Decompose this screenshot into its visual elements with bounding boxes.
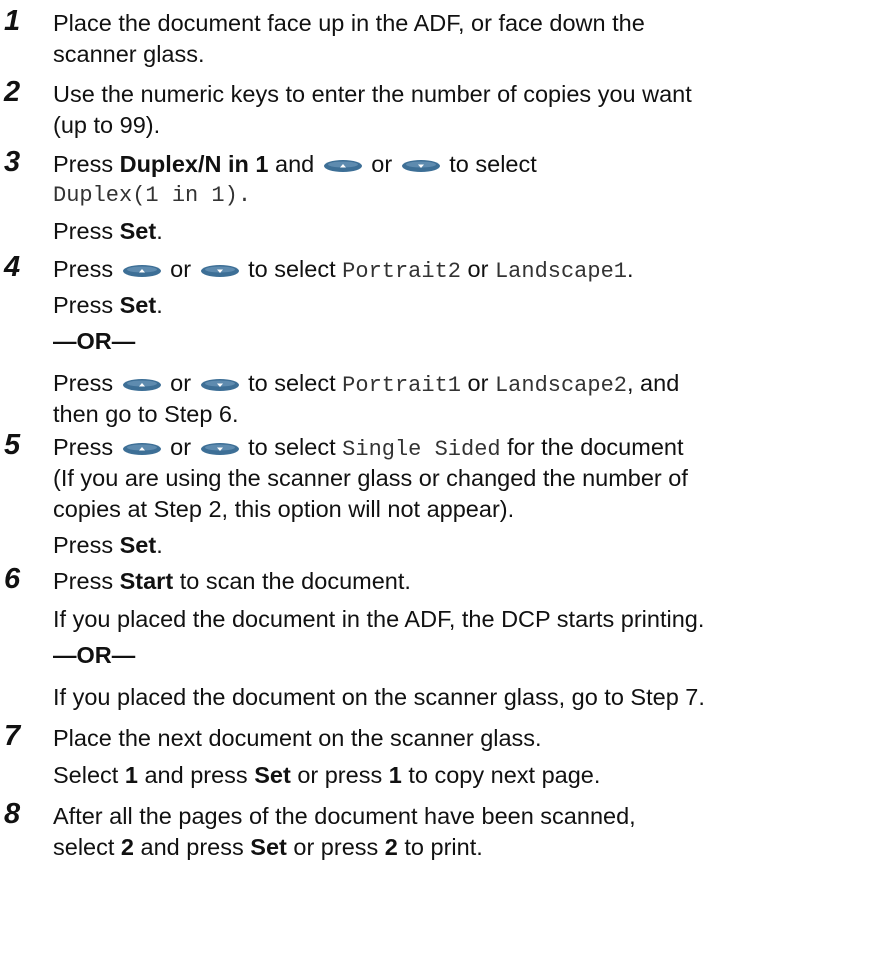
step-text: Use the numeric keys to enter the number… <box>53 81 692 107</box>
set-button-label: Set <box>119 292 157 318</box>
text: or <box>170 370 192 396</box>
set-button-label: Set <box>254 762 291 788</box>
up-arrow-key-icon <box>323 158 363 174</box>
text: to select <box>449 151 537 177</box>
text: or <box>467 256 489 282</box>
or-separator: —OR— <box>53 326 135 357</box>
text: Press <box>53 218 114 244</box>
step-text: Press or to select Single Sided for the … <box>53 432 684 465</box>
step-text: Press Set. <box>53 530 163 561</box>
text: to select <box>248 370 336 396</box>
lcd-option: Duplex(1 in 1). <box>53 183 252 208</box>
down-arrow-key-icon <box>200 263 240 279</box>
text: select <box>53 834 115 860</box>
step-text: Press Duplex/N in 1 and or to select <box>53 149 537 180</box>
key-2-label: 2 <box>384 834 398 860</box>
step-text: If you placed the document in the ADF, t… <box>53 606 705 632</box>
step-text: (If you are using the scanner glass or c… <box>53 465 688 491</box>
step-number: 1 <box>4 5 21 37</box>
step-text: Place the next document on the scanner g… <box>53 725 542 751</box>
up-arrow-key-icon <box>122 263 162 279</box>
text: for the document <box>507 434 684 460</box>
text: to copy next page. <box>408 762 601 788</box>
text: . <box>156 532 163 558</box>
text: or <box>371 151 393 177</box>
text: Press <box>53 151 114 177</box>
duplex-button-label: Duplex/N in 1 <box>119 151 269 177</box>
step-text: scanner glass. <box>53 41 205 67</box>
down-arrow-key-icon <box>200 441 240 457</box>
instruction-page: 1 Place the document face up in the ADF,… <box>0 0 876 965</box>
up-arrow-key-icon <box>122 441 162 457</box>
text: Press <box>53 370 114 396</box>
step-number: 2 <box>4 76 21 108</box>
step-text: After all the pages of the document have… <box>53 803 636 829</box>
text: or <box>170 256 192 282</box>
key-1-label: 1 <box>124 762 138 788</box>
text: or press <box>293 834 379 860</box>
step-text: copies at Step 2, this option will not a… <box>53 496 515 522</box>
text: to select <box>248 434 336 460</box>
step-number: 3 <box>4 146 21 178</box>
text: and press <box>140 834 244 860</box>
text: to scan the document. <box>179 568 411 594</box>
down-arrow-key-icon <box>401 158 441 174</box>
lcd-option: Portrait1 <box>342 373 461 398</box>
text: and <box>275 151 315 177</box>
text: Select <box>53 762 119 788</box>
step-text: Select 1 and press Set or press 1 to cop… <box>53 760 600 791</box>
step-text: select 2 and press Set or press 2 to pri… <box>53 832 483 863</box>
down-arrow-key-icon <box>200 377 240 393</box>
step-text: Press Set. <box>53 290 163 321</box>
lcd-option: Landscape2 <box>494 373 627 398</box>
step-text: then go to Step 6. <box>53 401 239 427</box>
key-1-label: 1 <box>388 762 402 788</box>
step-text: Place the document face up in the ADF, o… <box>53 10 645 36</box>
text: or <box>170 434 192 460</box>
key-2-label: 2 <box>120 834 134 860</box>
step-number: 5 <box>4 429 21 461</box>
text: or press <box>297 762 383 788</box>
text: and press <box>144 762 248 788</box>
step-number: 7 <box>4 720 21 752</box>
step-text: Press Start to scan the document. <box>53 566 411 597</box>
set-button-label: Set <box>250 834 287 860</box>
step-number: 8 <box>4 798 21 830</box>
text: Press <box>53 532 114 558</box>
lcd-option: Portrait2 <box>342 259 461 284</box>
step-text: If you placed the document on the scanne… <box>53 684 705 710</box>
step-text: (up to 99). <box>53 112 161 138</box>
step-number: 6 <box>4 563 21 595</box>
lcd-option: Single Sided <box>342 437 501 462</box>
text: . <box>156 218 163 244</box>
text: , and <box>627 370 680 396</box>
text: —OR— <box>53 642 136 668</box>
step-number: 4 <box>4 251 21 283</box>
step-text: Press or to select Portrait1 or Landscap… <box>53 368 679 401</box>
start-button-label: Start <box>119 568 174 594</box>
set-button-label: Set <box>119 218 157 244</box>
text: Press <box>53 568 114 594</box>
text: Press <box>53 292 114 318</box>
text: to select <box>248 256 336 282</box>
set-button-label: Set <box>119 532 157 558</box>
text: or <box>467 370 489 396</box>
step-text: Press Set. <box>53 216 163 247</box>
text: —OR— <box>53 328 136 354</box>
step-text: Press or to select Portrait2 or Landscap… <box>53 254 634 287</box>
text: . <box>156 292 163 318</box>
lcd-option: Landscape1 <box>494 259 627 284</box>
text: . <box>627 256 634 282</box>
text: to print. <box>404 834 483 860</box>
or-separator: —OR— <box>53 640 135 671</box>
text: Press <box>53 434 114 460</box>
text: Press <box>53 256 114 282</box>
up-arrow-key-icon <box>122 377 162 393</box>
